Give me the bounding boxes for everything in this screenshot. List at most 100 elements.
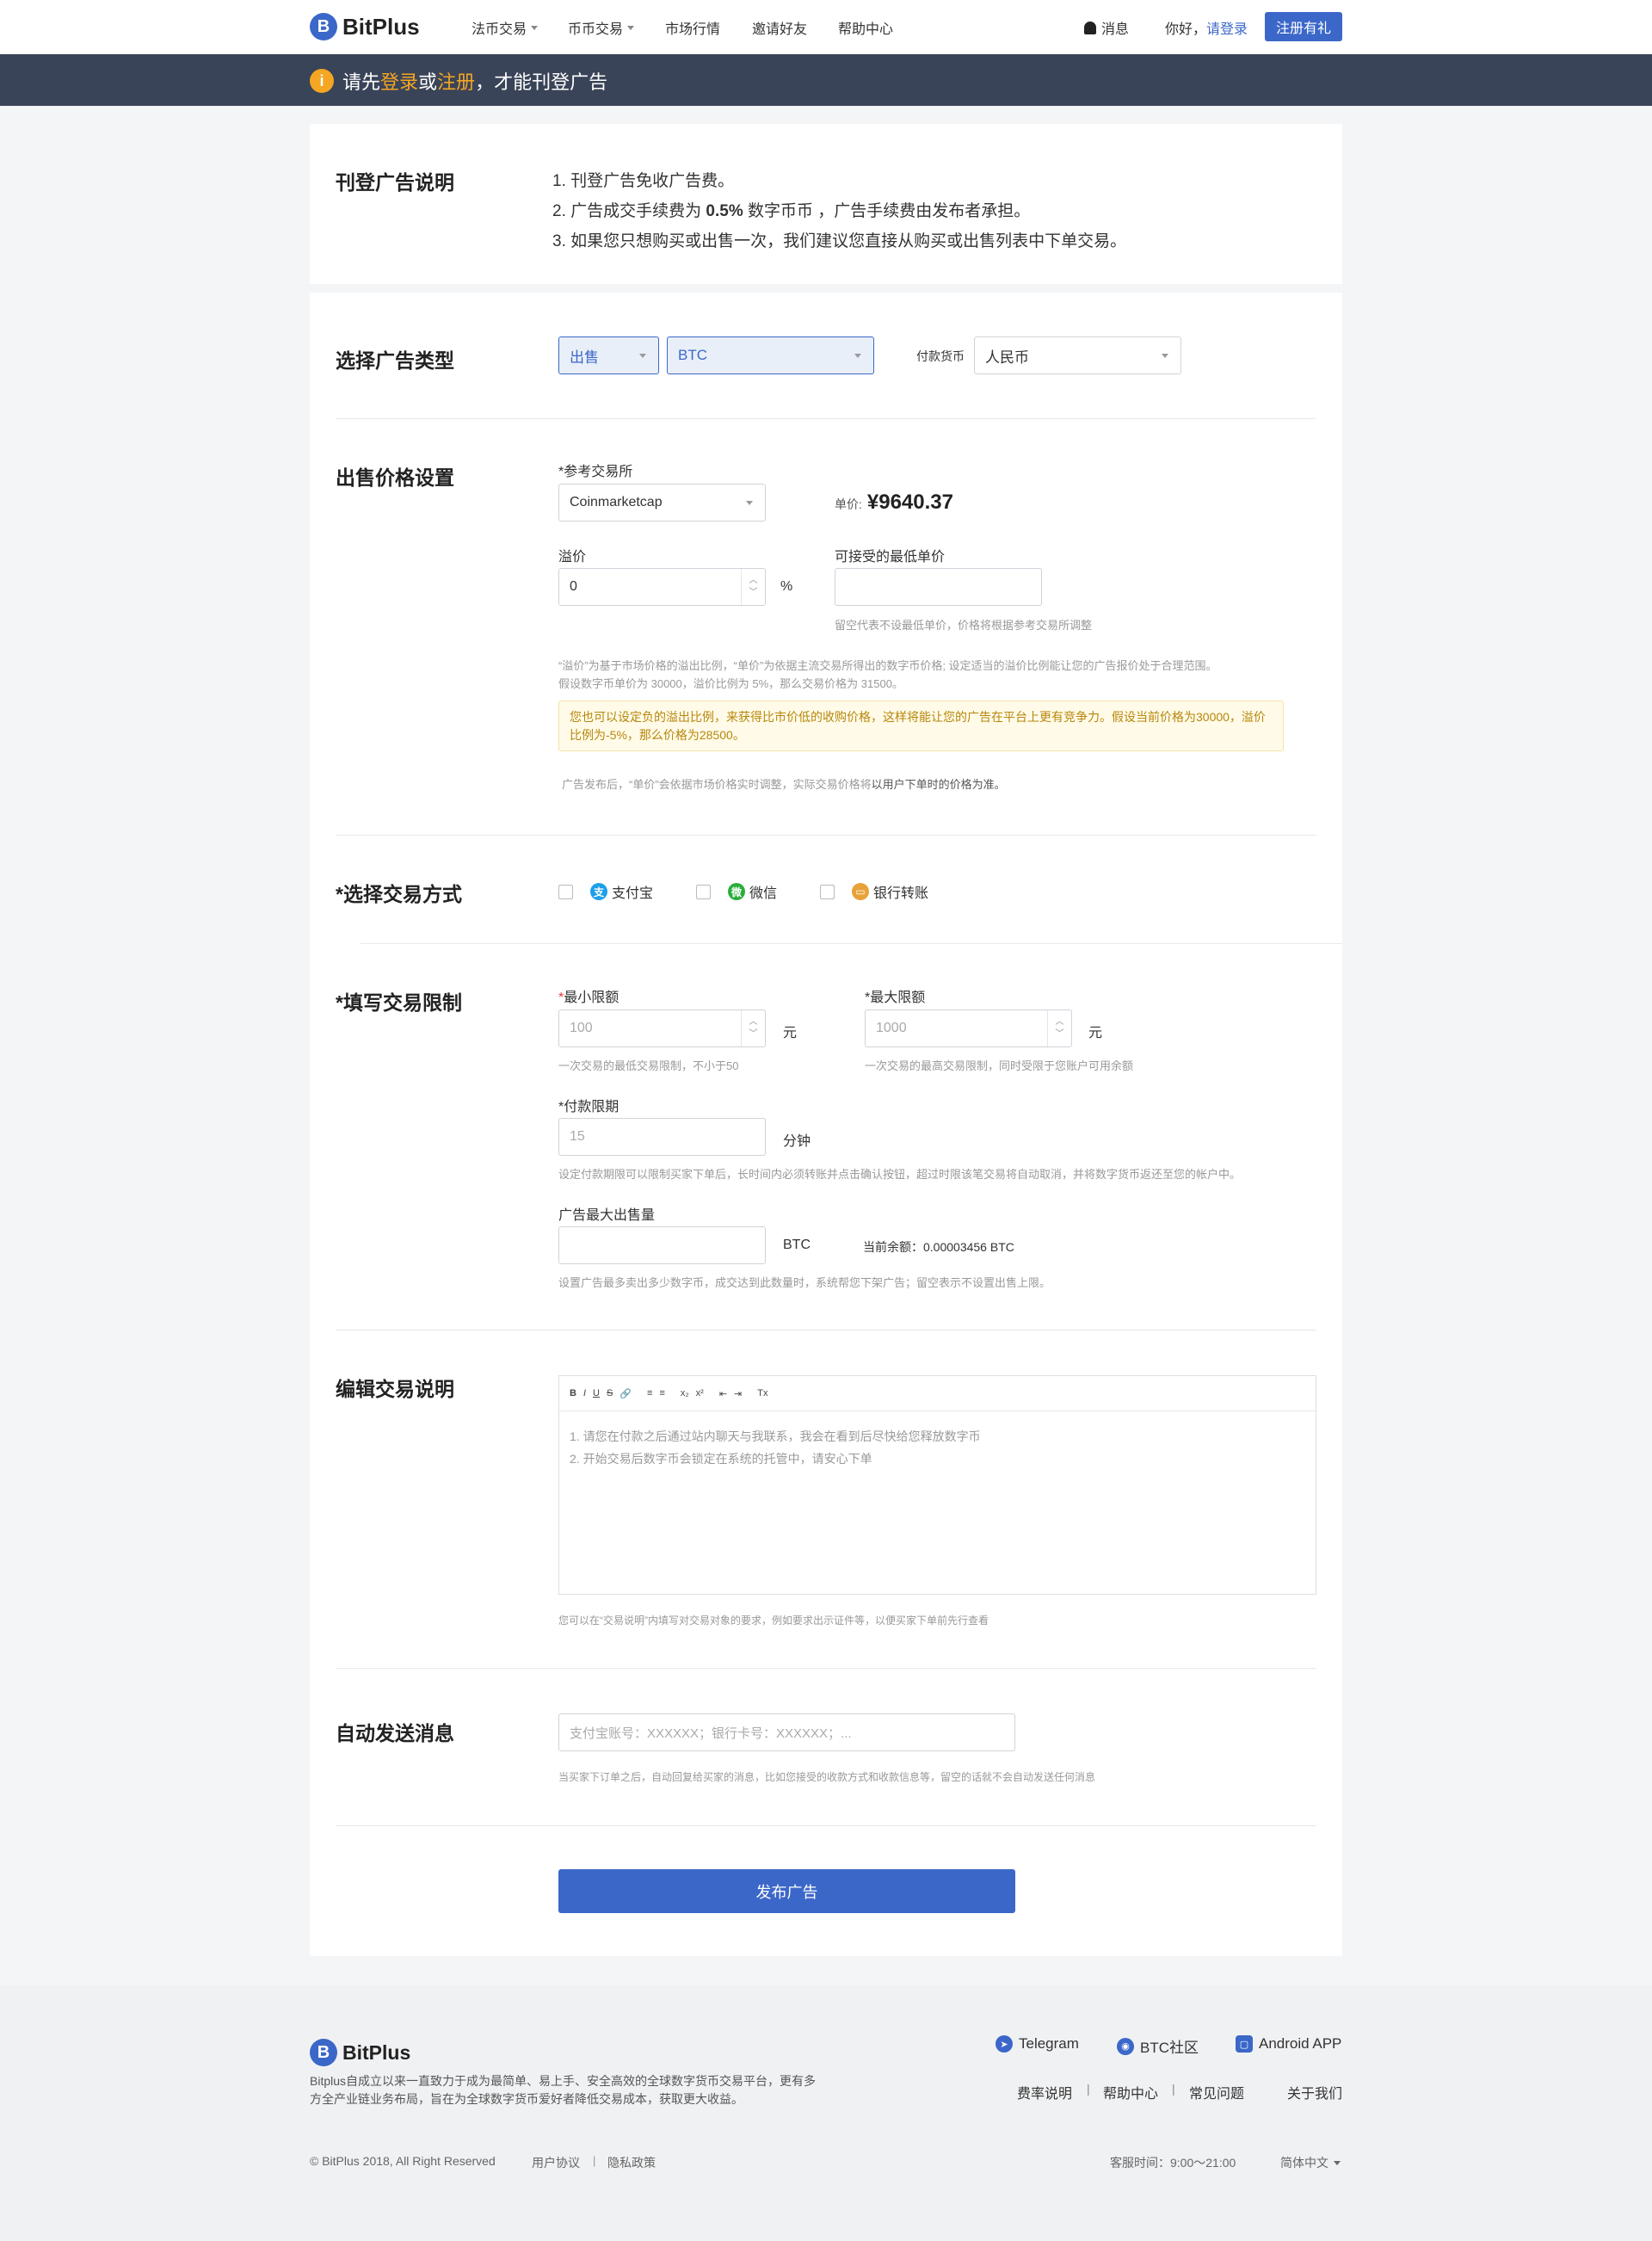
banner-text: 或 [418,71,438,93]
min-limit-stepper[interactable]: ︿ ﹀ [741,1010,765,1046]
premium-input[interactable]: 0 ︿ ﹀ [558,568,766,606]
balance-value: 0.00003456 BTC [923,1240,1014,1254]
messages-link[interactable]: 消息 [1084,17,1129,38]
superscript-icon[interactable]: x² [696,1388,704,1398]
privacy-link[interactable]: 隐私政策 [607,2154,656,2171]
notice-list: 1. 刊登广告免收广告费。 2. 广告成交手续费为 0.5% 数字币币 ，广告手… [552,166,1126,256]
language-select[interactable]: 简体中文 [1280,2154,1341,2171]
description-hint: 您可以在“交易说明”内填写对交易对象的要求，例如要求出示证件等，以便买家下单前先… [558,1614,989,1627]
divider [361,943,1342,944]
ad-form-card [310,293,1342,1956]
min-limit-input[interactable]: 100 ︿ ﹀ [558,1009,766,1047]
side-select[interactable]: 出售 [558,336,659,374]
chevron-up-icon[interactable]: ︿ [1056,1016,1064,1028]
max-sell-input[interactable] [558,1226,766,1264]
exchange-label: *参考交易所 [558,465,633,479]
max-limit-input[interactable]: 1000 ︿ ﹀ [865,1009,1072,1047]
chevron-down-icon [854,354,861,358]
footer-link-about[interactable]: 关于我们 [1287,2082,1342,2102]
link-icon[interactable]: 🔗 [620,1388,632,1399]
register-button[interactable]: 注册有礼 [1265,12,1342,41]
max-sell-hint: 设置广告最多卖出多少数字币，成交达到此数量时，系统帮您下架广告；留空表示不设置出… [558,1276,1051,1289]
max-limit-stepper[interactable]: ︿ ﹀ [1047,1010,1071,1046]
brand-logo[interactable]: B BitPlus [310,13,420,40]
max-limit-unit: 元 [1088,1026,1103,1040]
chevron-down-icon[interactable]: ﹀ [1056,1028,1064,1040]
checkbox[interactable] [558,884,573,899]
separator: | [1172,2082,1175,2096]
notice-item: 3. 如果您只想购买或出售一次，我们建议您直接从购买或出售列表中下单交易。 [552,232,1127,250]
checkbox[interactable] [820,884,835,899]
footer-logo[interactable]: B BitPlus [310,2039,410,2066]
chevron-down-icon[interactable]: ﹀ [749,1028,758,1040]
footer-brand-name: BitPlus [342,2040,411,2064]
bullet-list-icon[interactable]: ≡ [659,1388,664,1398]
editor-content[interactable]: 1. 请您在付款之后通过站内聊天与我联系，我会在看到后尽快给您释放数字币 2. … [559,1411,1316,1484]
ordered-list-icon[interactable]: ≡ [647,1388,652,1398]
min-limit-label: *最小限额 [558,991,620,1005]
info-icon: i [310,69,334,93]
bold-icon[interactable]: B [570,1388,576,1398]
currency-label: 付款货币 [916,349,965,363]
btc-community-link[interactable]: ◉ BTC社区 [1117,2035,1199,2057]
payment-label: 微信 [749,886,778,901]
payment-wechat[interactable]: 微 微信 [696,881,777,902]
telegram-icon: ➤ [996,2035,1013,2053]
clear-format-icon[interactable]: Tx [757,1388,767,1398]
footer-link-help[interactable]: 帮助中心 [1103,2082,1158,2102]
chevron-up-icon[interactable]: ︿ [749,1016,758,1028]
payment-alipay[interactable]: 支 支付宝 [558,881,653,902]
nav-fiat-trade[interactable]: 法币交易 [472,17,539,38]
italic-icon[interactable]: I [583,1388,586,1398]
outdent-icon[interactable]: ⇤ [719,1388,727,1399]
currency-value: 人民币 [985,349,1029,366]
currency-select[interactable]: 人民币 [974,336,1181,374]
banner-register-link[interactable]: 注册 [437,67,475,95]
terms-link[interactable]: 用户协议 [532,2154,580,2171]
exchange-select[interactable]: Coinmarketcap [558,484,766,522]
strikethrough-icon[interactable]: S [607,1388,613,1398]
pay-time-input[interactable]: 15 [558,1118,766,1156]
banner-login-link[interactable]: 登录 [380,67,418,95]
footer-link-fees[interactable]: 费率说明 [1017,2082,1072,2102]
publish-ad-button[interactable]: 发布广告 [558,1869,1015,1913]
footer-link-faq[interactable]: 常见问题 [1189,2082,1244,2102]
coin-select[interactable]: BTC [667,336,874,374]
chevron-down-icon [1334,2160,1341,2165]
divider [336,1825,1316,1826]
rich-text-editor[interactable]: B I U S 🔗 ≡ ≡ x₂ x² ⇤ ⇥ Tx 1. 请您在付款之后通过站… [558,1375,1316,1595]
payment-title: *选择交易方式 [336,883,462,905]
chevron-down-icon [1162,354,1168,358]
chevron-down-icon [639,354,646,358]
banner-text: ，才能刊登广告 [475,71,608,93]
premium-stepper[interactable]: ︿ ﹀ [741,569,765,605]
premium-explanation: “溢价”为基于市场价格的溢出比例，“单价”为依据主流交易所得出的数字币价格; 设… [558,659,1217,690]
copyright: © BitPlus 2018, All Right Reserved [310,2154,496,2168]
nav-coin-trade[interactable]: 币币交易 [568,17,635,38]
unit-price-value: ¥9640.37 [866,491,953,514]
nav-market[interactable]: 市场行情 [665,17,720,38]
nav-invite[interactable]: 邀请好友 [752,17,807,38]
nav-label: 币币交易 [568,22,624,37]
chevron-up-icon[interactable]: ︿ [749,575,758,587]
unit-price: 单价: ¥9640.37 [835,491,953,515]
nav-label: 邀请好友 [752,22,808,37]
indent-icon[interactable]: ⇥ [734,1388,742,1399]
payment-bank[interactable]: ▭ 银行转账 [820,881,928,902]
pay-time-label: *付款限期 [558,1100,620,1114]
brand-mark-icon: B [310,2039,337,2066]
android-app-link[interactable]: ▢ Android APP [1236,2035,1341,2053]
exchange-value: Coinmarketcap [570,495,663,509]
telegram-link[interactable]: ➤ Telegram [996,2035,1079,2053]
editor-line: 2. 开始交易后数字币会锁定在系统的托管中，请安心下单 [570,1452,872,1466]
min-price-input[interactable] [835,568,1042,606]
login-link[interactable]: 请登录 [1206,17,1248,38]
nav-help[interactable]: 帮助中心 [838,17,893,38]
subscript-icon[interactable]: x₂ [681,1388,689,1398]
max-sell-label: 广告最大出售量 [558,1208,656,1223]
checkbox[interactable] [696,884,711,899]
divider [336,418,1316,419]
auto-message-input[interactable]: 支付宝账号：XXXXXX；银行卡号：XXXXXX；... [558,1713,1015,1751]
underline-icon[interactable]: U [593,1388,600,1398]
chevron-down-icon[interactable]: ﹀ [749,587,758,599]
